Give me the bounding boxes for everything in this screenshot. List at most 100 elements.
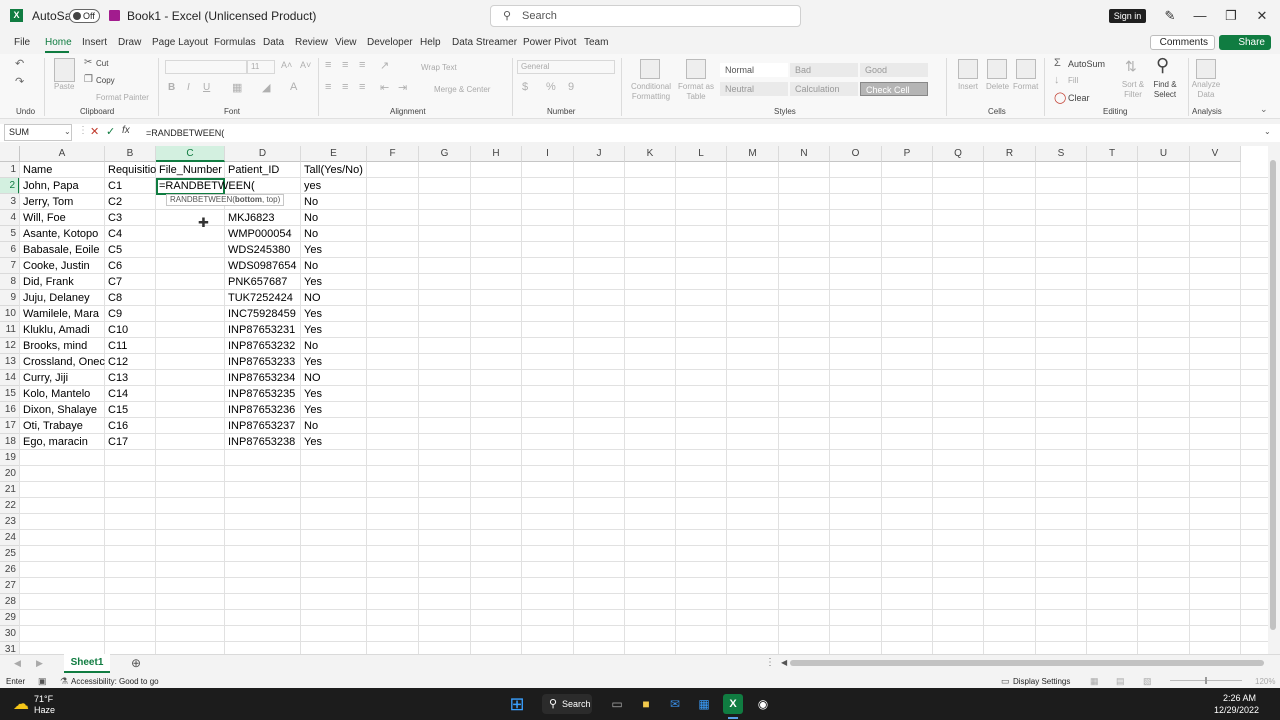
conditional-formatting-button[interactable]: Conditional Formatting (628, 82, 674, 102)
cell-e8[interactable]: Yes (301, 274, 367, 290)
cell-c2[interactable]: =RANDBETWEEN( (156, 178, 255, 194)
cell-a9[interactable]: Juju, Delaney (20, 290, 105, 306)
cancel-entry-icon[interactable]: ✕ (90, 125, 99, 138)
cell-e1[interactable]: Tall(Yes/No) (301, 162, 367, 178)
insert-cells-button[interactable]: Insert (958, 82, 978, 91)
row-header-10[interactable]: 10 (0, 306, 20, 322)
search-box[interactable]: ⚲ Search (490, 5, 801, 27)
fill-button[interactable]: Fill (1068, 76, 1078, 85)
row-header-20[interactable]: 20 (0, 466, 20, 482)
row-header-14[interactable]: 14 (0, 370, 20, 386)
menu-team[interactable]: Team (584, 37, 608, 48)
menu-page-layout[interactable]: Page Layout (152, 37, 208, 48)
menu-power-pivot[interactable]: Power Pivot (523, 37, 576, 48)
cell-b5[interactable]: C4 (105, 226, 156, 242)
row-header-25[interactable]: 25 (0, 546, 20, 562)
next-sheet-icon[interactable]: ▶ (36, 658, 43, 669)
cell-b14[interactable]: C13 (105, 370, 156, 386)
confirm-entry-icon[interactable]: ✓ (106, 125, 115, 138)
cell-a17[interactable]: Oti, Trabaye (20, 418, 105, 434)
row-header-18[interactable]: 18 (0, 434, 20, 450)
row-header-6[interactable]: 6 (0, 242, 20, 258)
cell-b11[interactable]: C10 (105, 322, 156, 338)
cell-d12[interactable]: INP87653232 (225, 338, 301, 354)
cell-b7[interactable]: C6 (105, 258, 156, 274)
menu-home[interactable]: Home (45, 37, 72, 48)
cell-b12[interactable]: C11 (105, 338, 156, 354)
row-header-1[interactable]: 1 (0, 162, 20, 178)
align-middle-icon[interactable]: ≡ (342, 59, 348, 71)
align-right-icon[interactable]: ≡ (359, 81, 365, 93)
cell-d16[interactable]: INP87653236 (225, 402, 301, 418)
cell-e7[interactable]: No (301, 258, 367, 274)
cell-d6[interactable]: WDS245380 (225, 242, 301, 258)
paste-icon[interactable] (54, 58, 75, 82)
borders-icon[interactable]: ▦ (232, 81, 242, 94)
conditional-formatting-icon[interactable] (640, 59, 660, 79)
format-cells-button[interactable]: Format (1013, 82, 1038, 91)
spreadsheet-grid[interactable]: ABCDEFGHIJKLMNOPQRSTUV 1 2 3 4 5 6 7 8 9 10 11 12 13… (0, 146, 1268, 654)
row-header-16[interactable]: 16 (0, 402, 20, 418)
row-header-7[interactable]: 7 (0, 258, 20, 274)
format-cells-icon[interactable] (1016, 59, 1036, 79)
cell-d8[interactable]: PNK657687 (225, 274, 301, 290)
column-header-e[interactable]: E (301, 146, 367, 162)
row-header-4[interactable]: 4 (0, 210, 20, 226)
sort-filter-icon[interactable]: ⇅ (1125, 58, 1137, 75)
fill-color-icon[interactable]: ◢ (262, 81, 270, 94)
menu-draw[interactable]: Draw (118, 37, 141, 48)
menu-review[interactable]: Review (295, 37, 328, 48)
cell-a5[interactable]: Asante, Kotopo (20, 226, 105, 242)
cell-e17[interactable]: No (301, 418, 367, 434)
cell-b9[interactable]: C8 (105, 290, 156, 306)
cell-b15[interactable]: C14 (105, 386, 156, 402)
row-header-26[interactable]: 26 (0, 562, 20, 578)
zoom-level[interactable]: 120% (1255, 677, 1275, 686)
row-header-17[interactable]: 17 (0, 418, 20, 434)
style-check-cell[interactable]: Check Cell (860, 82, 928, 96)
analyze-data-button[interactable]: Analyze Data (1190, 80, 1222, 100)
file-explorer-icon[interactable]: ■ (636, 694, 656, 714)
vertical-scroll-thumb[interactable] (1270, 160, 1276, 630)
column-header-s[interactable]: S (1036, 146, 1087, 162)
copy-icon[interactable]: ❐ (84, 74, 93, 85)
row-header-21[interactable]: 21 (0, 482, 20, 498)
increase-font-icon[interactable]: A˄ (281, 60, 292, 70)
currency-icon[interactable]: $ (522, 81, 528, 93)
column-header-c[interactable]: C (156, 146, 225, 162)
sign-in-button[interactable]: Sign in (1109, 9, 1146, 23)
column-header-q[interactable]: Q (933, 146, 984, 162)
autosum-icon[interactable]: Σ (1054, 57, 1061, 69)
clear-icon[interactable]: ◯ (1054, 91, 1066, 104)
zoom-slider-thumb[interactable] (1205, 677, 1207, 684)
accessibility-status[interactable]: Accessibility: Good to go (71, 677, 159, 686)
row-header-15[interactable]: 15 (0, 386, 20, 402)
cell-d11[interactable]: INP87653231 (225, 322, 301, 338)
cell-b4[interactable]: C3 (105, 210, 156, 226)
insert-function-icon[interactable]: fx (122, 125, 130, 136)
cell-e5[interactable]: No (301, 226, 367, 242)
cell-e13[interactable]: Yes (301, 354, 367, 370)
menu-formulas[interactable]: Formulas (214, 37, 256, 48)
cell-b18[interactable]: C17 (105, 434, 156, 450)
cell-a2[interactable]: John, Papa (20, 178, 105, 194)
cell-a15[interactable]: Kolo, Mantelo (20, 386, 105, 402)
cell-d17[interactable]: INP87653237 (225, 418, 301, 434)
clear-button[interactable]: Clear (1068, 93, 1090, 103)
cell-b17[interactable]: C16 (105, 418, 156, 434)
prev-sheet-icon[interactable]: ◀ (14, 658, 21, 669)
cell-d5[interactable]: WMP000054 (225, 226, 301, 242)
menu-help[interactable]: Help (420, 37, 441, 48)
insert-cells-icon[interactable] (958, 59, 978, 79)
cell-e16[interactable]: Yes (301, 402, 367, 418)
comma-icon[interactable]: 9 (568, 81, 574, 93)
taskbar-time[interactable]: 2:26 AM (1223, 693, 1256, 703)
cell-b13[interactable]: C12 (105, 354, 156, 370)
cell-b3[interactable]: C2 (105, 194, 156, 210)
horizontal-scroll-thumb[interactable] (790, 660, 1264, 666)
cell-e12[interactable]: No (301, 338, 367, 354)
align-center-icon[interactable]: ≡ (342, 81, 348, 93)
row-header-23[interactable]: 23 (0, 514, 20, 530)
cut-button[interactable]: Cut (96, 59, 108, 68)
cell-d1[interactable]: Patient_ID (225, 162, 301, 178)
